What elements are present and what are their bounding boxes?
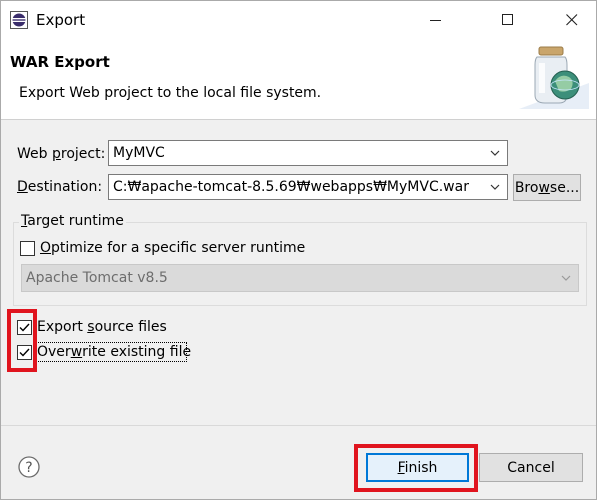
minimize-icon bbox=[430, 20, 441, 21]
browse-label: Browse... bbox=[514, 179, 580, 196]
export-dialog: Export WAR Export Export Web project to … bbox=[0, 0, 597, 500]
destination-label: Destination: bbox=[17, 179, 103, 195]
wizard-description: Export Web project to the local file sys… bbox=[19, 85, 322, 101]
web-project-value: MyMVC bbox=[113, 145, 165, 161]
web-project-combo[interactable]: MyMVC bbox=[108, 140, 508, 166]
wizard-title: WAR Export bbox=[10, 53, 110, 71]
checkbox-highlight-box bbox=[7, 309, 37, 372]
footer-divider bbox=[1, 425, 596, 426]
jar-globe-icon bbox=[519, 46, 589, 109]
svg-text:?: ? bbox=[25, 460, 32, 476]
browse-button[interactable]: Browse... bbox=[513, 174, 581, 201]
target-runtime-title: Target runtime bbox=[19, 213, 126, 229]
chevron-down-icon bbox=[490, 150, 500, 156]
chevron-down-icon bbox=[561, 275, 571, 281]
optimize-checkbox[interactable] bbox=[20, 241, 35, 256]
focus-indicator bbox=[35, 342, 187, 362]
export-source-label: Export source files bbox=[37, 319, 167, 335]
maximize-icon bbox=[502, 14, 513, 25]
close-icon bbox=[566, 14, 578, 26]
eclipse-icon bbox=[10, 11, 28, 29]
close-button[interactable] bbox=[549, 1, 595, 39]
chevron-down-icon bbox=[490, 184, 500, 190]
destination-combo[interactable]: C:₩apache-tomcat-8.5.69₩webapps₩MyMVC.wa… bbox=[108, 174, 508, 200]
optimize-label: Optimize for a specific server runtime bbox=[40, 240, 306, 256]
cancel-button[interactable]: Cancel bbox=[479, 453, 583, 482]
finish-highlight-box bbox=[354, 444, 478, 492]
wizard-header: WAR Export Export Web project to the loc… bbox=[1, 39, 596, 120]
server-runtime-value: Apache Tomcat v8.5 bbox=[26, 270, 168, 286]
server-runtime-select[interactable]: Apache Tomcat v8.5 bbox=[21, 264, 579, 292]
destination-value: C:₩apache-tomcat-8.5.69₩webapps₩MyMVC.wa… bbox=[113, 179, 469, 195]
maximize-button[interactable] bbox=[485, 1, 531, 39]
minimize-button[interactable] bbox=[413, 1, 459, 39]
cancel-label: Cancel bbox=[507, 459, 555, 476]
help-icon[interactable]: ? bbox=[18, 456, 40, 478]
title-bar[interactable]: Export bbox=[1, 1, 596, 39]
web-project-label: Web project: bbox=[17, 146, 106, 162]
window-title: Export bbox=[36, 11, 86, 29]
